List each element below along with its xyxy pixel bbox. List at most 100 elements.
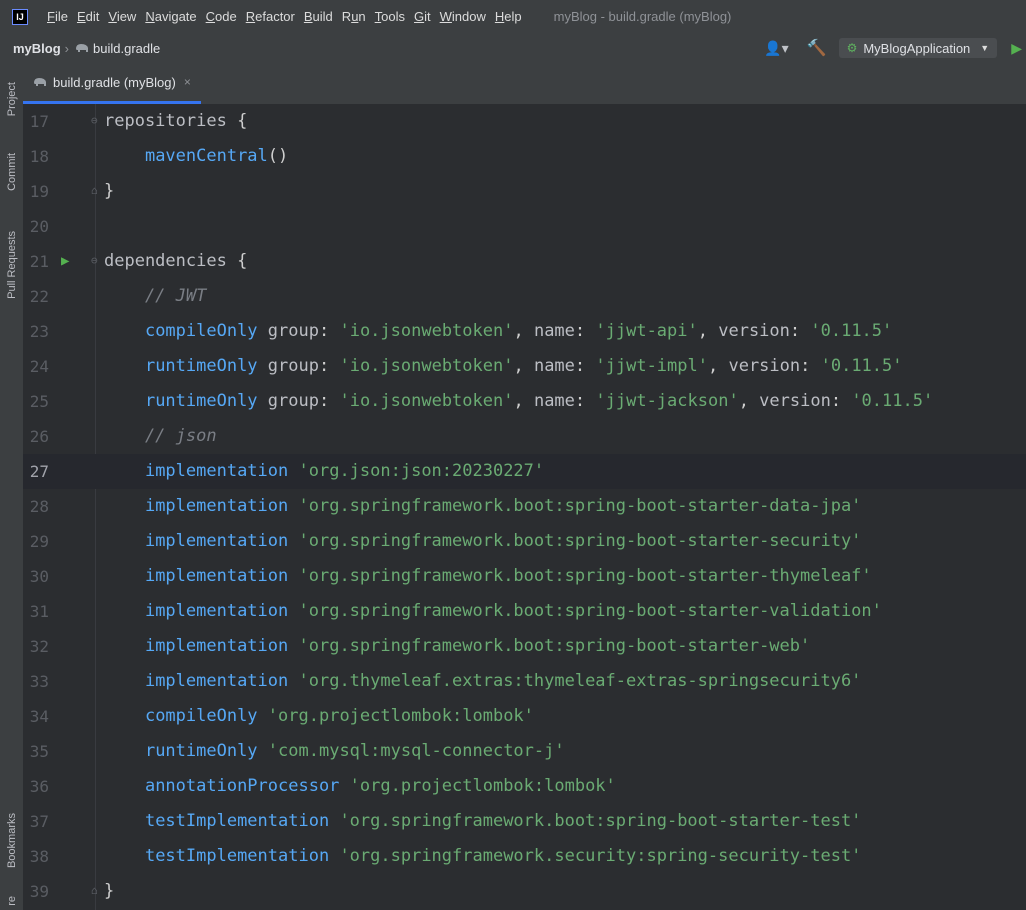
fold-marker-icon[interactable]: ⌂ bbox=[91, 885, 101, 897]
line-number[interactable]: 26 bbox=[23, 419, 49, 454]
tab-build-gradle[interactable]: build.gradle (myBlog) × bbox=[23, 63, 201, 104]
run-gutter-icon[interactable]: ▶ bbox=[61, 244, 69, 279]
fold-marker-icon[interactable]: ⊖ bbox=[91, 255, 101, 267]
code-line[interactable]: 35 runtimeOnly 'com.mysql:mysql-connecto… bbox=[23, 734, 1026, 769]
menu-file[interactable]: File bbox=[47, 9, 68, 24]
line-number[interactable]: 23 bbox=[23, 314, 49, 349]
code-text: implementation 'org.springframework.boot… bbox=[144, 636, 811, 656]
bookmarks-tool-label: Bookmarks bbox=[5, 813, 18, 869]
menu-build[interactable]: Build bbox=[304, 9, 333, 24]
line-number[interactable]: 28 bbox=[23, 489, 49, 524]
gradle-elephant-icon bbox=[76, 44, 89, 52]
project-tool-label: Project bbox=[5, 81, 18, 117]
code-line[interactable]: 37 testImplementation 'org.springframewo… bbox=[23, 804, 1026, 839]
spring-boot-gear-icon: ⚙ bbox=[846, 41, 858, 55]
menu-view[interactable]: View bbox=[108, 9, 136, 24]
code-text: repositories { bbox=[104, 111, 248, 131]
code-line[interactable]: 30 implementation 'org.springframework.b… bbox=[23, 559, 1026, 594]
code-line[interactable]: 18 mavenCentral() bbox=[23, 139, 1026, 174]
user-account-icon[interactable]: 👤▾ bbox=[764, 40, 788, 57]
code-line[interactable]: 27 implementation 'org.json:json:2023022… bbox=[23, 454, 1026, 489]
line-number[interactable]: 25 bbox=[23, 384, 49, 419]
breadcrumb-file[interactable]: build.gradle bbox=[93, 41, 160, 56]
code-text: implementation 'org.json:json:20230227' bbox=[144, 461, 545, 481]
chevron-down-icon: ▼ bbox=[980, 43, 990, 53]
line-number[interactable]: 29 bbox=[23, 524, 49, 559]
line-number[interactable]: 27 bbox=[23, 454, 49, 489]
code-line[interactable]: 17 ⊖ repositories { bbox=[23, 104, 1026, 139]
code-text: } bbox=[104, 181, 115, 201]
code-line[interactable]: 32 implementation 'org.springframework.b… bbox=[23, 629, 1026, 664]
line-number[interactable]: 33 bbox=[23, 664, 49, 699]
line-number[interactable]: 17 bbox=[23, 104, 49, 139]
code-line[interactable]: 23 compileOnly group: 'io.jsonwebtoken',… bbox=[23, 314, 1026, 349]
code-line[interactable]: 33 implementation 'org.thymeleaf.extras:… bbox=[23, 664, 1026, 699]
line-number[interactable]: 30 bbox=[23, 559, 49, 594]
build-hammer-icon[interactable]: 🔨 bbox=[807, 38, 827, 58]
code-text: annotationProcessor 'org.projectlombok:l… bbox=[144, 776, 616, 796]
line-number[interactable]: 18 bbox=[23, 139, 49, 174]
code-line[interactable]: 38 testImplementation 'org.springframewo… bbox=[23, 839, 1026, 874]
line-number[interactable]: 34 bbox=[23, 699, 49, 734]
close-icon[interactable]: × bbox=[184, 75, 191, 89]
code-text: testImplementation 'org.springframework.… bbox=[144, 846, 862, 866]
commit-tool-label: Commit bbox=[5, 153, 18, 191]
fold-marker-icon[interactable]: ⊖ bbox=[91, 115, 101, 127]
commit-tool-tab[interactable]: Commit bbox=[0, 141, 23, 203]
fold-marker-icon[interactable]: ⌂ bbox=[91, 185, 101, 197]
menu-help[interactable]: Help bbox=[495, 9, 522, 24]
structure-tool-tab[interactable]: re bbox=[0, 891, 23, 910]
menu-navigate[interactable]: Navigate bbox=[145, 9, 196, 24]
line-number[interactable]: 32 bbox=[23, 629, 49, 664]
left-tool-window-strip: Project Commit Pull Requests Bookmarks r… bbox=[0, 63, 24, 910]
code-text: implementation 'org.springframework.boot… bbox=[144, 496, 862, 516]
code-line[interactable]: 21 ▶ ⊖ dependencies { bbox=[23, 244, 1026, 279]
code-text: compileOnly 'org.projectlombok:lombok' bbox=[144, 706, 534, 726]
code-line[interactable]: 36 annotationProcessor 'org.projectlombo… bbox=[23, 769, 1026, 804]
menu-git[interactable]: Git bbox=[414, 9, 431, 24]
run-play-icon[interactable]: ▶ bbox=[1011, 40, 1022, 57]
code-line[interactable]: 34 compileOnly 'org.projectlombok:lombok… bbox=[23, 699, 1026, 734]
line-number[interactable]: 20 bbox=[23, 209, 49, 244]
code-editor[interactable]: 17 ⊖ repositories {18 mavenCentral() 19 ⌂} 20… bbox=[23, 104, 1026, 910]
run-configuration-selector[interactable]: ⚙ MyBlogApplication ▼ bbox=[838, 38, 998, 58]
bookmarks-tool-tab[interactable]: Bookmarks bbox=[0, 801, 23, 881]
line-number[interactable]: 22 bbox=[23, 279, 49, 314]
menu-refactor[interactable]: Refactor bbox=[246, 9, 295, 24]
code-line[interactable]: 39 ⌂} bbox=[23, 874, 1026, 909]
code-text: implementation 'org.thymeleaf.extras:thy… bbox=[144, 671, 862, 691]
line-number[interactable]: 36 bbox=[23, 769, 49, 804]
editor-tab-bar: build.gradle (myBlog) × bbox=[23, 63, 1026, 105]
line-number[interactable]: 21 bbox=[23, 244, 49, 279]
line-number[interactable]: 39 bbox=[23, 874, 49, 909]
code-line[interactable]: 31 implementation 'org.springframework.b… bbox=[23, 594, 1026, 629]
code-text: implementation 'org.springframework.boot… bbox=[144, 531, 862, 551]
line-number[interactable]: 19 bbox=[23, 174, 49, 209]
code-line[interactable]: 28 implementation 'org.springframework.b… bbox=[23, 489, 1026, 524]
menu-edit[interactable]: Edit bbox=[77, 9, 99, 24]
pull-requests-tool-tab[interactable]: Pull Requests bbox=[0, 219, 23, 311]
line-number[interactable]: 38 bbox=[23, 839, 49, 874]
menu-run[interactable]: Run bbox=[342, 9, 366, 24]
project-tool-tab[interactable]: Project bbox=[0, 69, 23, 129]
code-line[interactable]: 19 ⌂} bbox=[23, 174, 1026, 209]
line-number[interactable]: 24 bbox=[23, 349, 49, 384]
intellij-logo-icon[interactable]: IJ bbox=[12, 8, 28, 25]
code-line[interactable]: 22 // JWT bbox=[23, 279, 1026, 314]
code-text: dependencies { bbox=[104, 251, 248, 271]
menu-tools[interactable]: Tools bbox=[375, 9, 405, 24]
line-number[interactable]: 31 bbox=[23, 594, 49, 629]
menu-bar: IJ File Edit View Navigate Code Refactor… bbox=[0, 0, 1026, 33]
code-text: compileOnly group: 'io.jsonwebtoken', na… bbox=[144, 321, 893, 341]
menu-window[interactable]: Window bbox=[440, 9, 486, 24]
code-line[interactable]: 24 runtimeOnly group: 'io.jsonwebtoken',… bbox=[23, 349, 1026, 384]
line-number[interactable]: 35 bbox=[23, 734, 49, 769]
breadcrumb-project[interactable]: myBlog bbox=[13, 41, 61, 56]
code-line[interactable]: 25 runtimeOnly group: 'io.jsonwebtoken',… bbox=[23, 384, 1026, 419]
code-line[interactable]: 20 bbox=[23, 209, 1026, 244]
code-text: // JWT bbox=[104, 286, 207, 306]
code-line[interactable]: 26 // json bbox=[23, 419, 1026, 454]
menu-code[interactable]: Code bbox=[206, 9, 237, 24]
code-line[interactable]: 29 implementation 'org.springframework.b… bbox=[23, 524, 1026, 559]
line-number[interactable]: 37 bbox=[23, 804, 49, 839]
